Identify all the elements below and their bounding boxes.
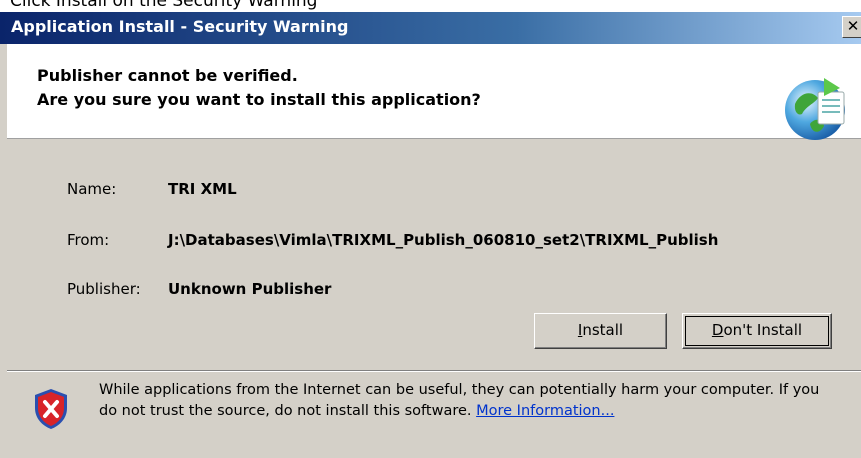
caption-text-clipped: Click Install on the Security Warning [0, 0, 861, 12]
publisher-label: Publisher: [67, 280, 141, 298]
from-value: J:\Databases\Vimla\TRIXML_Publish_060810… [168, 231, 719, 249]
from-label: From: [67, 231, 110, 249]
header-line-1: Publisher cannot be verified. [37, 66, 298, 85]
dont-install-button[interactable]: Don't Install [682, 313, 832, 349]
warning-text: While applications from the Internet can… [99, 382, 820, 419]
dialog-header: Publisher cannot be verified. Are you su… [7, 44, 861, 140]
install-label: nstall [582, 321, 624, 339]
name-label: Name: [67, 180, 117, 198]
title-bar[interactable]: Application Install - Security Warning [0, 12, 861, 44]
install-button[interactable]: Install [534, 313, 667, 349]
divider [7, 370, 861, 372]
name-value: TRI XML [168, 180, 237, 198]
window-title: Application Install - Security Warning [11, 17, 349, 36]
close-button[interactable]: ✕ [842, 16, 861, 38]
dont-install-mnemonic: D [711, 321, 724, 339]
security-shield-icon [35, 389, 67, 429]
warning-text-block: While applications from the Internet can… [99, 380, 839, 422]
more-information-link[interactable]: More Information... [476, 403, 614, 419]
publisher-value: Unknown Publisher [168, 280, 332, 298]
dont-install-label: on't Install [723, 321, 803, 339]
header-line-2: Are you sure you want to install this ap… [37, 90, 481, 109]
globe-document-icon [785, 78, 845, 140]
